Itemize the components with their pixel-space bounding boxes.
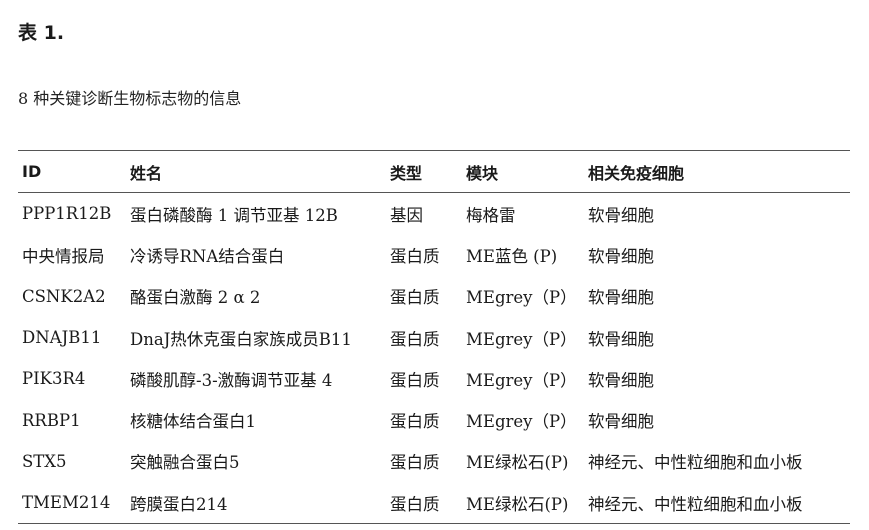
cell-immune-cells: 软骨细胞 (588, 412, 654, 432)
cell-name: 酪蛋白激酶 2 α 2 (130, 288, 261, 308)
cell-module: MEgrey（P） (466, 370, 577, 390)
table-row: CSNK2A2 酪蛋白激酶 2 α 2 蛋白质 MEgrey（P） 软骨细胞 (18, 276, 850, 317)
table-row: DNAJB11 DnaJ热休克蛋白家族成员B11 蛋白质 MEgrey（P） 软… (18, 317, 850, 358)
header-module: 模块 (466, 163, 499, 183)
header-immune-cells: 相关免疫细胞 (588, 163, 685, 183)
cell-id: PPP1R12B (22, 204, 112, 224)
cell-type: 蛋白质 (390, 370, 440, 390)
table-row: PPP1R12B 蛋白磷酸酶 1 调节亚基 12B 基因 梅格雷 软骨细胞 (18, 193, 850, 235)
cell-type: 蛋白质 (390, 329, 440, 349)
cell-id: DNAJB11 (22, 328, 102, 348)
cell-type: 蛋白质 (390, 288, 440, 308)
cell-type: 蛋白质 (390, 246, 440, 266)
cell-module: MEgrey（P） (466, 329, 577, 349)
header-id: ID (22, 162, 42, 181)
table-row: RRBP1 核糖体结合蛋白1 蛋白质 MEgrey（P） 软骨细胞 (18, 399, 850, 440)
cell-name: 磷酸肌醇-3-激酶调节亚基 4 (130, 370, 333, 390)
cell-module: 梅格雷 (466, 205, 516, 225)
table-row: STX5 突触融合蛋白5 蛋白质 ME绿松石(P) 神经元、中性粒细胞和血小板 (18, 441, 850, 482)
cell-immune-cells: 神经元、中性粒细胞和血小板 (588, 494, 803, 514)
header-type: 类型 (390, 163, 423, 183)
table-header-row: ID 姓名 类型 模块 相关免疫细胞 (18, 150, 850, 193)
table-row: PIK3R4 磷酸肌醇-3-激酶调节亚基 4 蛋白质 MEgrey（P） 软骨细… (18, 358, 850, 399)
cell-id: CSNK2A2 (22, 286, 106, 306)
cell-module: MEgrey（P） (466, 412, 577, 432)
cell-id: STX5 (22, 451, 67, 471)
cell-immune-cells: 软骨细胞 (588, 288, 654, 308)
cell-module: MEgrey（P） (466, 288, 577, 308)
cell-name: 蛋白磷酸酶 1 调节亚基 12B (130, 205, 338, 225)
cell-name: 跨膜蛋白214 (130, 494, 228, 514)
cell-id: PIK3R4 (22, 369, 86, 389)
cell-module: ME绿松石(P) (466, 494, 569, 514)
cell-name: 核糖体结合蛋白1 (130, 412, 256, 432)
cell-immune-cells: 软骨细胞 (588, 205, 654, 225)
header-name: 姓名 (130, 163, 163, 183)
cell-immune-cells: 软骨细胞 (588, 370, 654, 390)
cell-immune-cells: 软骨细胞 (588, 246, 654, 266)
table-title: 表 1. (18, 22, 65, 44)
cell-name: 突触融合蛋白5 (130, 453, 240, 473)
cell-module: ME绿松石(P) (466, 453, 569, 473)
cell-type: 蛋白质 (390, 494, 440, 514)
biomarker-table: ID 姓名 类型 模块 相关免疫细胞 PPP1R12B 蛋白磷酸酶 1 调节亚基… (18, 150, 850, 524)
cell-name: 冷诱导RNA结合蛋白 (130, 246, 285, 266)
cell-id: TMEM214 (22, 493, 111, 513)
cell-immune-cells: 神经元、中性粒细胞和血小板 (588, 453, 803, 473)
cell-module: ME蓝色 (P) (466, 246, 558, 266)
table-caption: 8 种关键诊断生物标志物的信息 (18, 89, 242, 108)
table-row: 中央情报局 冷诱导RNA结合蛋白 蛋白质 ME蓝色 (P) 软骨细胞 (18, 234, 850, 275)
cell-name: DnaJ热休克蛋白家族成员B11 (130, 329, 352, 349)
cell-type: 基因 (390, 205, 423, 225)
cell-type: 蛋白质 (390, 412, 440, 432)
cell-id: RRBP1 (22, 410, 81, 430)
table-row: TMEM214 跨膜蛋白214 蛋白质 ME绿松石(P) 神经元、中性粒细胞和血… (18, 482, 850, 524)
cell-id: 中央情报局 (22, 246, 105, 266)
cell-type: 蛋白质 (390, 453, 440, 473)
cell-immune-cells: 软骨细胞 (588, 329, 654, 349)
